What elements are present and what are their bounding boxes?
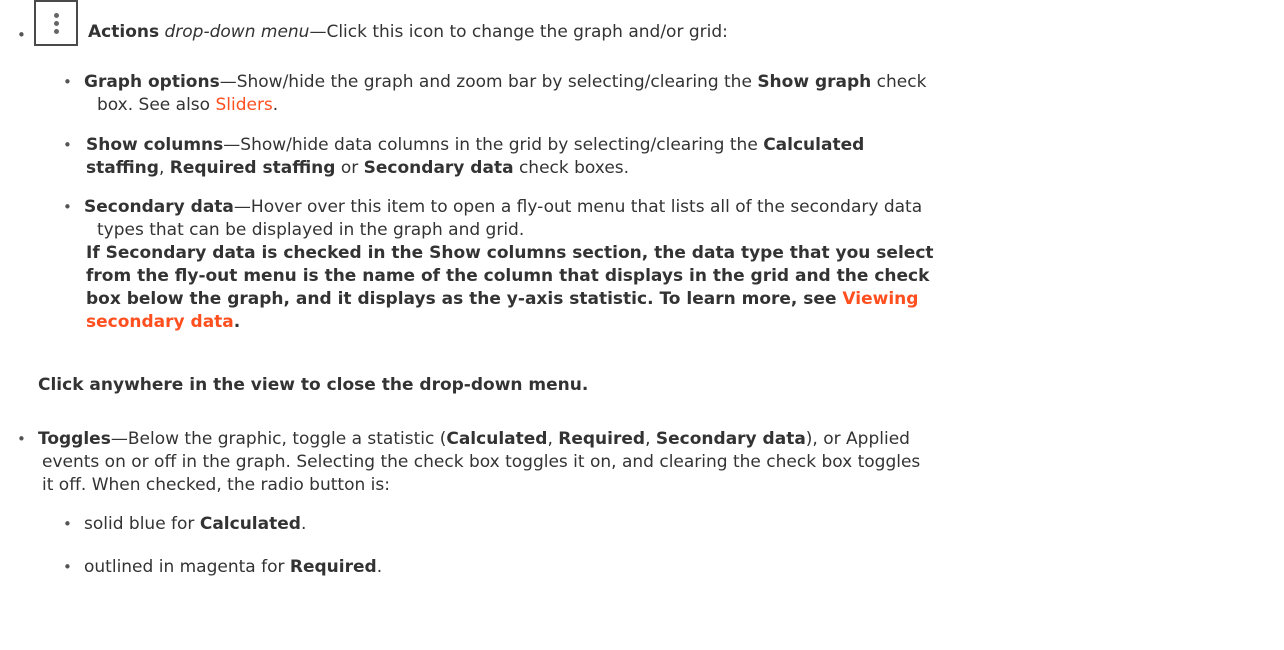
show-columns-title: Show columns: [86, 135, 224, 155]
actions-subtitle: drop-down menu: [164, 22, 310, 42]
actions-item: • Actions drop-down menu—Click this icon…: [0, 0, 1284, 48]
graph-options-title: Graph options: [84, 72, 220, 92]
actions-title: Actions: [88, 22, 160, 42]
viewing-secondary-data-link[interactable]: Viewing: [842, 289, 918, 309]
toggles-title: Toggles: [38, 429, 111, 449]
sliders-link[interactable]: Sliders: [215, 95, 272, 115]
viewing-secondary-data-link-cont[interactable]: secondary data: [86, 312, 234, 332]
secondary-data-title: Secondary data: [84, 197, 234, 217]
more-vertical-icon[interactable]: [34, 0, 78, 46]
bullet: •: [17, 26, 26, 44]
actions-description: Actions drop-down menu—Click this icon t…: [88, 22, 728, 42]
